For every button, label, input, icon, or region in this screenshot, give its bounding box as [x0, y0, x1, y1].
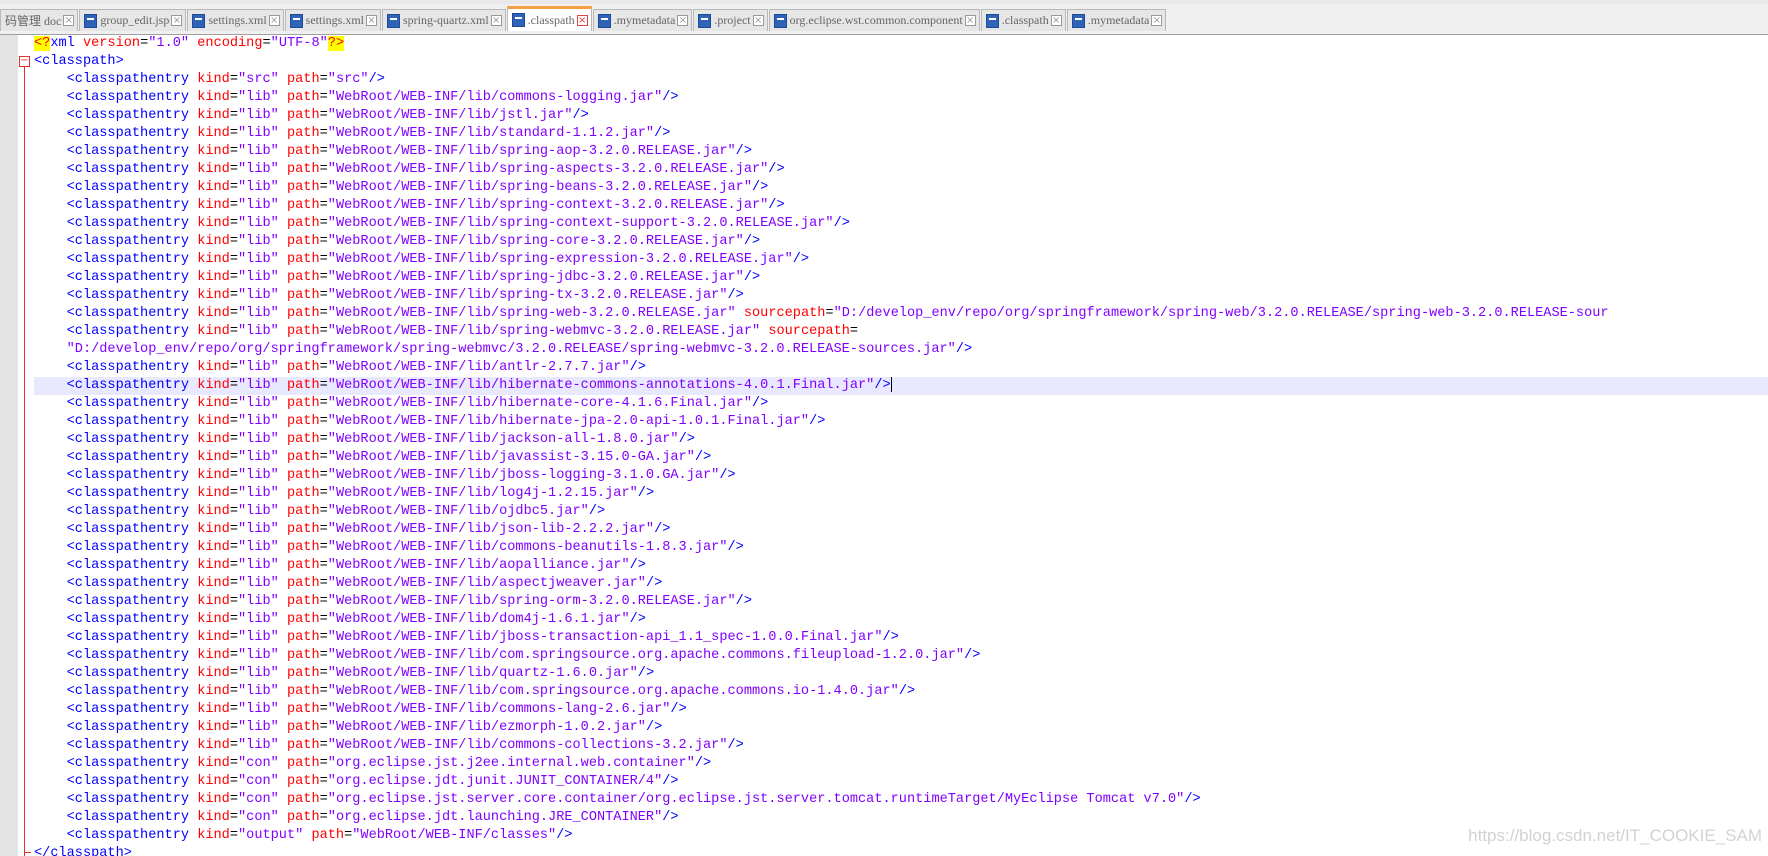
code-line[interactable]: <classpathentry kind="lib" path="WebRoot… — [34, 413, 1768, 431]
code-line[interactable]: <classpathentry kind="lib" path="WebRoot… — [34, 647, 1768, 665]
file-icon — [387, 13, 401, 28]
close-icon[interactable]: × — [576, 14, 588, 26]
code-line[interactable]: <classpathentry kind="lib" path="WebRoot… — [34, 233, 1768, 251]
code-line[interactable]: <classpathentry kind="lib" path="WebRoot… — [34, 611, 1768, 629]
code-line[interactable]: <classpathentry kind="lib" path="WebRoot… — [34, 593, 1768, 611]
code-line[interactable]: <classpathentry kind="lib" path="WebRoot… — [34, 143, 1768, 161]
code-line[interactable]: <classpathentry kind="con" path="org.ecl… — [34, 809, 1768, 827]
tab-org-eclipse-wst-common-component[interactable]: org.eclipse.wst.common.component × — [768, 9, 980, 31]
code-line[interactable]: <classpathentry kind="lib" path="WebRoot… — [34, 215, 1768, 233]
close-icon[interactable]: × — [677, 15, 689, 26]
file-icon — [511, 13, 525, 27]
code-line[interactable]: <classpathentry kind="lib" path="WebRoot… — [34, 305, 1768, 323]
code-line[interactable]: <classpathentry kind="lib" path="WebRoot… — [34, 539, 1768, 557]
close-icon[interactable]: × — [171, 15, 183, 26]
code-line[interactable]: <classpathentry kind="lib" path="WebRoot… — [34, 359, 1768, 377]
code-line[interactable]: <classpathentry kind="lib" path="WebRoot… — [34, 125, 1768, 143]
code-line[interactable]: <classpathentry kind="src" path="src"/> — [34, 71, 1768, 89]
code-line[interactable]: <classpathentry kind="lib" path="WebRoot… — [34, 467, 1768, 485]
tab-label: .classpath — [1001, 13, 1049, 27]
close-icon[interactable]: × — [1151, 15, 1163, 26]
code-editor[interactable]: − <?xml version="1.0" encoding="UTF-8"?>… — [0, 35, 1768, 856]
tab-label: spring-quartz.xml — [403, 13, 489, 27]
code-line[interactable]: <classpathentry kind="lib" path="WebRoot… — [34, 107, 1768, 125]
close-icon[interactable]: × — [490, 15, 502, 26]
tab-doc[interactable]: 码管理 doc × — [0, 9, 79, 31]
code-line[interactable]: <classpathentry kind="lib" path="WebRoot… — [34, 431, 1768, 449]
file-icon — [597, 13, 611, 28]
code-line[interactable]: <classpathentry kind="lib" path="WebRoot… — [34, 719, 1768, 737]
tab-mymetadata[interactable]: .mymetadata × — [1066, 9, 1167, 31]
tab-spring-quartz-xml[interactable]: spring-quartz.xml × — [382, 9, 506, 31]
code-line[interactable]: <classpathentry kind="lib" path="WebRoot… — [34, 521, 1768, 539]
tab-settings-xml[interactable]: settings.xml × — [187, 9, 284, 31]
code-line[interactable]: <classpathentry kind="lib" path="WebRoot… — [34, 377, 1768, 395]
tab-settings-xml[interactable]: settings.xml × — [284, 9, 382, 31]
code-line[interactable]: <classpathentry kind="lib" path="WebRoot… — [34, 395, 1768, 413]
code-line[interactable]: <classpathentry kind="con" path="org.ecl… — [34, 755, 1768, 773]
code-line[interactable]: <classpathentry kind="lib" path="WebRoot… — [34, 179, 1768, 197]
tab-label: .mymetadata — [613, 13, 676, 27]
code-line[interactable]: <classpathentry kind="lib" path="WebRoot… — [34, 557, 1768, 575]
code-line[interactable]: <classpathentry kind="lib" path="WebRoot… — [34, 737, 1768, 755]
code-line[interactable]: <classpath> — [34, 53, 1768, 71]
close-icon[interactable]: × — [268, 15, 280, 26]
code-text[interactable]: <?xml version="1.0" encoding="UTF-8"?> <c… — [34, 35, 1768, 856]
tab-group-edit-jsp[interactable]: group_edit.jsp × — [79, 9, 187, 31]
tab-label: org.eclipse.wst.common.component — [789, 13, 963, 27]
close-icon[interactable]: × — [752, 15, 764, 26]
code-line[interactable]: <classpathentry kind="lib" path="WebRoot… — [34, 197, 1768, 215]
tab-label: .project — [714, 13, 751, 27]
close-icon[interactable]: × — [63, 15, 75, 26]
code-line[interactable]: <classpathentry kind="lib" path="WebRoot… — [34, 629, 1768, 647]
file-icon — [84, 13, 98, 28]
editor-gutter — [0, 35, 18, 856]
tab-classpath[interactable]: .classpath × — [980, 9, 1066, 31]
tabs: 码管理 doc × group_edit.jsp × settings.xml × sett… — [0, 6, 1167, 34]
fold-end — [24, 852, 31, 853]
code-line[interactable]: <classpathentry kind="lib" path="WebRoot… — [34, 161, 1768, 179]
file-icon — [773, 13, 787, 28]
tab-project[interactable]: .project × — [693, 9, 768, 31]
code-line[interactable]: <classpathentry kind="lib" path="WebRoot… — [34, 683, 1768, 701]
close-icon[interactable]: × — [1050, 15, 1062, 26]
tab-label: group_edit.jsp — [100, 13, 170, 27]
toolbar-strip — [0, 0, 1768, 4]
tab-label: .mymetadata — [1087, 13, 1150, 27]
code-line[interactable]: <classpathentry kind="lib" path="WebRoot… — [34, 449, 1768, 467]
code-line[interactable]: <classpathentry kind="lib" path="WebRoot… — [34, 323, 1768, 341]
fold-line — [24, 59, 25, 856]
close-icon[interactable]: × — [964, 15, 976, 26]
text-caret — [890, 377, 892, 392]
file-icon — [698, 13, 712, 28]
code-line[interactable]: <classpathentry kind="lib" path="WebRoot… — [34, 251, 1768, 269]
code-line[interactable]: <classpathentry kind="lib" path="WebRoot… — [34, 89, 1768, 107]
code-line[interactable]: <classpathentry kind="con" path="org.ecl… — [34, 773, 1768, 791]
code-line[interactable]: <classpathentry kind="lib" path="WebRoot… — [34, 287, 1768, 305]
code-line[interactable]: <classpathentry kind="lib" path="WebRoot… — [34, 269, 1768, 287]
code-line[interactable]: <classpathentry kind="lib" path="WebRoot… — [34, 503, 1768, 521]
file-icon — [1071, 13, 1085, 28]
tab-bar: 码管理 doc × group_edit.jsp × settings.xml × sett… — [0, 0, 1768, 35]
tab-label: settings.xml — [208, 13, 267, 27]
file-icon — [289, 13, 303, 28]
code-line[interactable]: <?xml version="1.0" encoding="UTF-8"?> — [34, 35, 1768, 53]
fold-collapse-icon[interactable]: − — [19, 56, 30, 67]
file-icon — [985, 13, 999, 28]
code-line[interactable]: </classpath> — [34, 845, 1768, 856]
code-line[interactable]: "D:/develop_env/repo/org/springframework… — [34, 341, 1768, 359]
code-line[interactable]: <classpathentry kind="lib" path="WebRoot… — [34, 665, 1768, 683]
code-line[interactable]: <classpathentry kind="lib" path="WebRoot… — [34, 575, 1768, 593]
tab-classpath[interactable]: .classpath × — [506, 6, 592, 31]
code-line[interactable]: <classpathentry kind="lib" path="WebRoot… — [34, 701, 1768, 719]
close-icon[interactable]: × — [366, 15, 378, 26]
file-icon — [192, 13, 206, 28]
code-line[interactable]: <classpathentry kind="con" path="org.ecl… — [34, 791, 1768, 809]
tab-label: settings.xml — [305, 13, 365, 27]
code-line[interactable]: <classpathentry kind="lib" path="WebRoot… — [34, 485, 1768, 503]
tab-label: 码管理 doc — [5, 14, 62, 28]
tab-label: .classpath — [527, 12, 575, 27]
tab-mymetadata[interactable]: .mymetadata × — [592, 9, 693, 31]
watermark: https://blog.csdn.net/IT_COOKIE_SAM — [1468, 826, 1762, 845]
